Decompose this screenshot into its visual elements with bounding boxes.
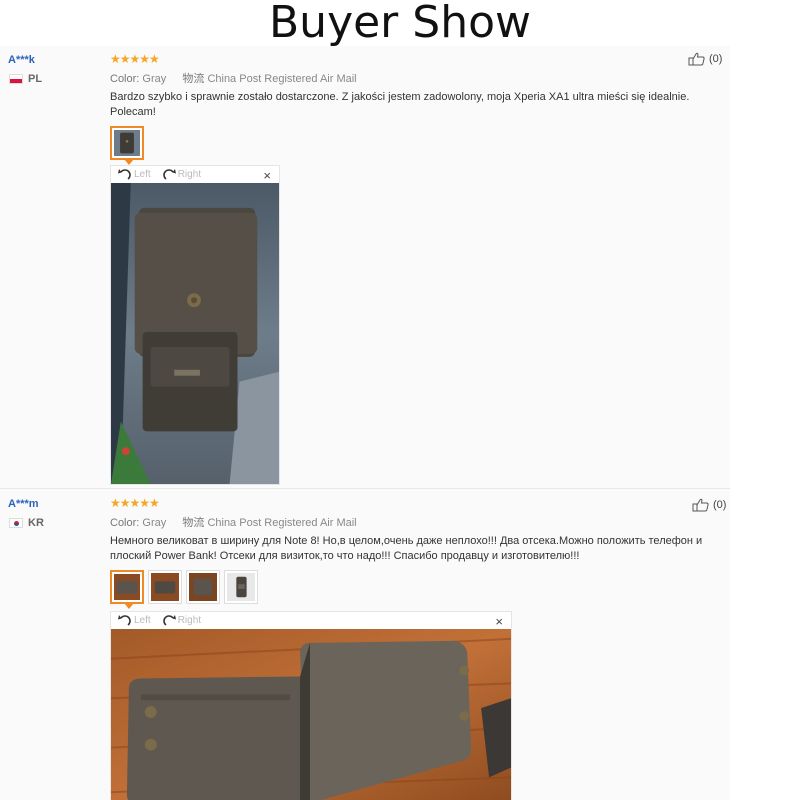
close-icon[interactable]: ×: [495, 614, 503, 629]
rotate-right-label: Right: [177, 615, 202, 626]
photo-thumbnail[interactable]: [148, 570, 182, 604]
rotate-right-label: Right: [177, 169, 202, 180]
review-meta: Color: Gray 物流 China Post Registered Air…: [110, 514, 357, 530]
review-photo: [111, 183, 279, 484]
review-text: Немного великоват в ширину для Note 8! Н…: [110, 535, 703, 562]
rotate-left-button[interactable]: Left: [117, 168, 151, 182]
photo-thumbnail[interactable]: [186, 570, 220, 604]
review-photo-thumbnails: [110, 126, 144, 165]
page-margin: [730, 46, 800, 800]
flag-pl-icon: [9, 74, 23, 84]
country-code: PL: [28, 73, 43, 85]
rotate-left-icon: [118, 168, 131, 180]
rotate-left-label: Left: [134, 615, 151, 626]
country-code: KR: [28, 517, 44, 529]
viewer-toolbar: Left Right ×: [111, 612, 511, 629]
shipping-value: China Post Registered Air Mail: [207, 517, 357, 529]
page-title: Buyer Show: [269, 0, 531, 48]
close-icon[interactable]: ×: [263, 168, 271, 183]
rotate-right-icon: [162, 168, 176, 180]
photo-viewer: Left Right ×: [110, 165, 280, 485]
color-label: Color:: [110, 73, 140, 85]
review-item: A***m KR ★★★★★ Color: Gray 物流 China Post…: [0, 490, 730, 800]
thumbs-up-icon[interactable]: [692, 498, 710, 512]
color-value: Gray: [142, 517, 167, 529]
review-meta: Color: Gray 物流 China Post Registered Air…: [110, 70, 357, 86]
photo-thumbnail[interactable]: [110, 570, 144, 609]
shipping-value: China Post Registered Air Mail: [207, 73, 357, 85]
review-photo-thumbnails: [110, 570, 258, 609]
reviewer-country: PL: [9, 73, 42, 85]
helpful-count: (0): [709, 53, 723, 65]
review-divider: [0, 488, 730, 489]
review-photo: [111, 629, 511, 800]
shipping-label: 物流: [182, 73, 205, 85]
star-rating: ★★★★★: [110, 52, 160, 66]
reviewer-name[interactable]: A***m: [8, 498, 39, 510]
helpful-count: (0): [713, 499, 727, 511]
rotate-right-button[interactable]: Right: [161, 168, 201, 182]
photo-thumbnail[interactable]: [224, 570, 258, 604]
helpful-button[interactable]: (0): [692, 498, 726, 512]
review-text: Bardzo szybko i sprawnie zostało dostarc…: [110, 91, 690, 118]
photo-thumbnail[interactable]: [110, 126, 144, 165]
rotate-right-icon: [162, 614, 176, 626]
rotate-left-button[interactable]: Left: [117, 614, 151, 628]
reviewer-name[interactable]: A***k: [8, 54, 35, 66]
photo-viewer: Left Right ×: [110, 611, 512, 800]
rotate-left-icon: [118, 614, 131, 626]
flag-kr-icon: [9, 518, 23, 528]
star-rating: ★★★★★: [110, 496, 160, 510]
color-label: Color:: [110, 517, 140, 529]
color-value: Gray: [142, 73, 167, 85]
rotate-left-label: Left: [134, 169, 151, 180]
helpful-button[interactable]: (0): [688, 52, 722, 66]
review-item: A***k PL ★★★★★ Color: Gray 物流 China Post…: [0, 46, 730, 488]
rotate-right-button[interactable]: Right: [161, 614, 201, 628]
viewer-toolbar: Left Right ×: [111, 166, 279, 183]
reviewer-country: KR: [9, 517, 44, 529]
shipping-label: 物流: [182, 517, 205, 529]
thumbs-up-icon[interactable]: [688, 52, 706, 66]
